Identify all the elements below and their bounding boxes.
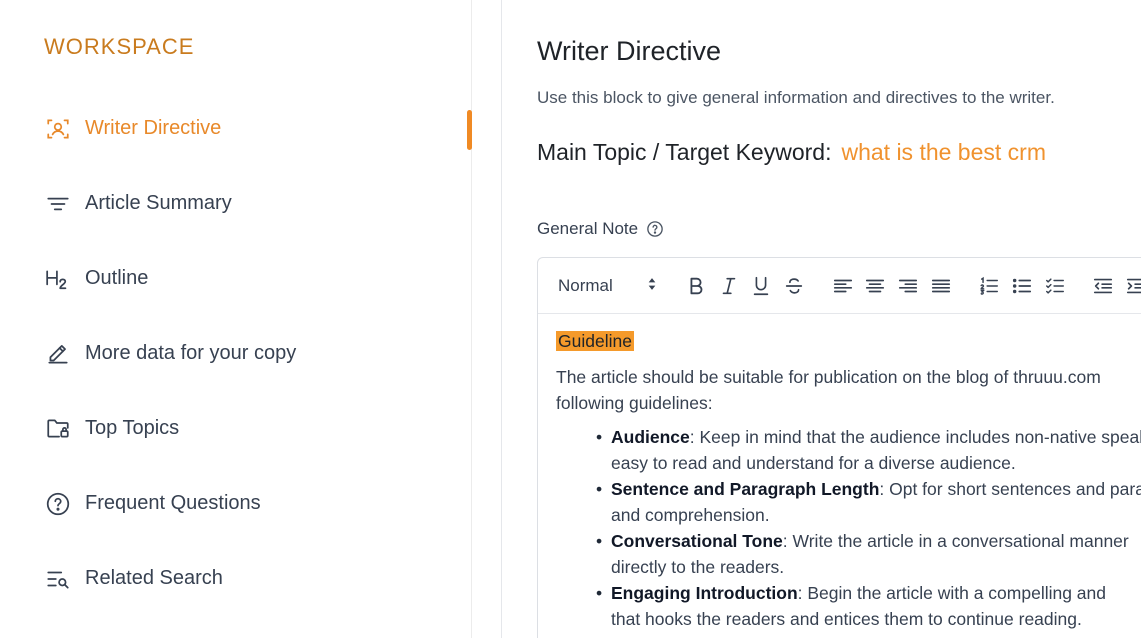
align-left-button[interactable]	[830, 273, 856, 299]
checklist-button[interactable]	[1042, 273, 1068, 299]
text-format-select[interactable]: Normal	[558, 276, 657, 296]
bullet-term: Conversational Tone	[611, 531, 783, 551]
sidebar-item-label: Top Topics	[85, 417, 180, 439]
filter-lines-icon	[45, 191, 71, 217]
sidebar-item-label: Article Summary	[85, 192, 232, 214]
bullet-continuation: easy to read and understand for a divers…	[611, 453, 1016, 473]
bullet-term: Engaging Introduction	[611, 583, 798, 603]
topic-keyword: what is the best crm	[841, 139, 1046, 165]
folder-lock-icon	[45, 416, 71, 442]
bullet-continuation: that hooks the readers and entices them …	[611, 609, 1082, 629]
bullet-text: : Begin the article with a compelling an…	[797, 583, 1107, 603]
list-item: Engaging Introduction: Begin the article…	[596, 580, 1141, 632]
intro-line: The article should be suitable for publi…	[556, 367, 1101, 387]
intro-line: following guidelines:	[556, 393, 713, 413]
sidebar-item-frequent-questions[interactable]: Frequent Questions	[0, 466, 472, 541]
general-note-editor[interactable]: Normal Guideline The article should be s…	[537, 257, 1141, 638]
sidebar-item-more-data[interactable]: More data for your copy	[0, 316, 472, 391]
strikethrough-button[interactable]	[781, 273, 807, 299]
bullet-text: : Keep in mind that the audience include…	[689, 427, 1141, 447]
editor-toolbar: Normal	[538, 258, 1141, 314]
general-note-text: General Note	[537, 219, 639, 238]
user-focus-icon	[45, 116, 71, 142]
editor-content[interactable]: Guideline The article should be suitable…	[538, 314, 1141, 632]
bold-button[interactable]	[683, 273, 709, 299]
underline-button[interactable]	[748, 273, 774, 299]
updown-chevron-icon	[647, 276, 657, 296]
sidebar-item-outline[interactable]: Outline	[0, 241, 472, 316]
sidebar-nav: Writer Directive Article Summary Outline	[0, 91, 472, 616]
sidebar-item-article-summary[interactable]: Article Summary	[0, 166, 472, 241]
sidebar-item-label: Writer Directive	[85, 117, 222, 139]
format-value: Normal	[558, 275, 613, 295]
list-search-icon	[45, 566, 71, 592]
main-topic-row: Main Topic / Target Keyword: what is the…	[537, 139, 1046, 166]
question-circle-icon	[45, 491, 71, 517]
panel-title: Writer Directive	[537, 36, 722, 66]
sidebar-item-label: Outline	[85, 267, 149, 289]
sidebar-item-related-search[interactable]: Related Search	[0, 541, 472, 616]
bullet-text: : Opt for short sentences and paragraphs	[879, 479, 1141, 499]
writer-directive-panel: Writer Directive Use this block to give …	[501, 0, 1141, 638]
ordered-list-button[interactable]	[977, 273, 1003, 299]
topic-label: Main Topic / Target Keyword:	[537, 139, 832, 165]
bullet-term: Sentence and Paragraph Length	[611, 479, 880, 499]
guideline-heading: Guideline	[556, 331, 634, 351]
sidebar-item-writer-directive[interactable]: Writer Directive	[0, 91, 472, 166]
sidebar-item-label: Frequent Questions	[85, 492, 261, 514]
intro-paragraph: The article should be suitable for publi…	[556, 364, 1141, 416]
general-note-label: General Note	[537, 219, 664, 239]
bullet-text: : Write the article in a conversational …	[782, 531, 1129, 551]
sidebar-item-label: More data for your copy	[85, 342, 297, 364]
list-item: Audience: Keep in mind that the audience…	[596, 424, 1141, 476]
bullet-list-button[interactable]	[1009, 273, 1035, 299]
align-justify-button[interactable]	[928, 273, 954, 299]
bullet-term: Audience	[611, 427, 690, 447]
align-right-button[interactable]	[895, 273, 921, 299]
sidebar: WORKSPACE Writer Directive Article Summa…	[0, 0, 472, 638]
bullet-continuation: directly to the readers.	[611, 557, 785, 577]
list-item: Conversational Tone: Write the article i…	[596, 528, 1141, 580]
sidebar-item-top-topics[interactable]: Top Topics	[0, 391, 472, 466]
active-indicator	[467, 110, 472, 150]
italic-button[interactable]	[716, 273, 742, 299]
align-center-button[interactable]	[862, 273, 888, 299]
guideline-list: Audience: Keep in mind that the audience…	[556, 424, 1141, 632]
bullet-continuation: and comprehension.	[611, 505, 770, 525]
sidebar-item-label: Related Search	[85, 567, 223, 589]
outdent-button[interactable]	[1091, 273, 1117, 299]
pencil-icon	[45, 341, 71, 367]
heading-h2-icon	[45, 266, 71, 292]
list-item: Sentence and Paragraph Length: Opt for s…	[596, 476, 1141, 528]
indent-button[interactable]	[1123, 273, 1141, 299]
panel-description: Use this block to give general informati…	[537, 88, 1055, 107]
help-icon[interactable]	[646, 220, 664, 238]
workspace-title: WORKSPACE	[44, 34, 195, 59]
